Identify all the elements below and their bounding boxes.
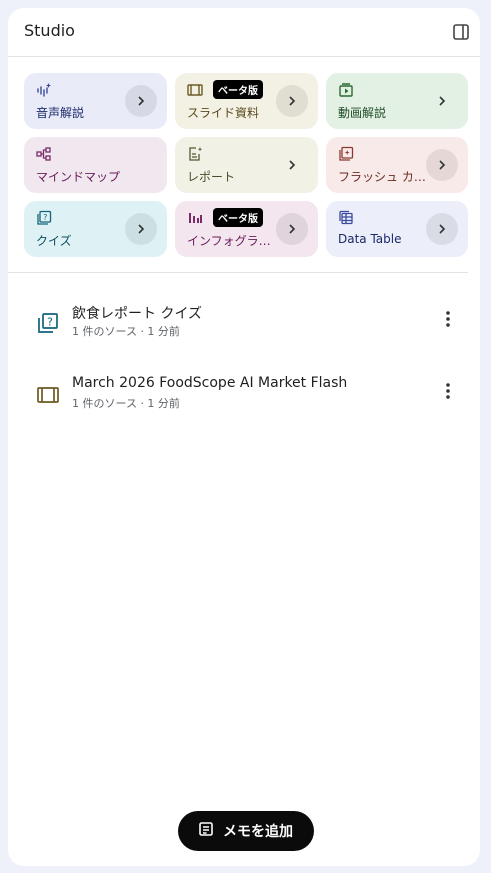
tool-audio-overview[interactable]: 音声解説 [24, 73, 167, 129]
chevron-right-icon[interactable] [276, 85, 308, 117]
tool-video-overview[interactable]: 動画解説 [326, 73, 468, 129]
chevron-right-icon[interactable] [125, 213, 157, 245]
mind-map-icon [36, 146, 52, 162]
add-note-label: メモを追加 [223, 824, 293, 840]
collapse-panel-icon[interactable] [451, 22, 471, 42]
slides-icon [187, 82, 203, 98]
beta-badge: ベータ版 [213, 80, 263, 99]
chevron-right-icon[interactable] [276, 149, 308, 181]
beta-badge: ベータ版 [213, 208, 263, 227]
tool-label: インフォグラ… [187, 234, 271, 248]
studio-panel: Studio 音声解説 ベータ版 スライド資料 動画解説 マインドマップ レポー… [8, 8, 480, 866]
svg-text:?: ? [47, 316, 53, 329]
note-title: March 2026 FoodScope AI Market Flash [72, 375, 348, 391]
svg-text:?: ? [43, 213, 47, 222]
quiz-icon: ? [36, 311, 60, 335]
tool-label: 動画解説 [338, 106, 387, 120]
chevron-right-icon[interactable] [426, 213, 458, 245]
tool-label: 音声解説 [36, 106, 85, 120]
note-icon [199, 822, 213, 840]
list-item[interactable]: ? 飲食レポート クイズ 1 件のソース · 1 分前 [8, 293, 480, 365]
tool-slides[interactable]: ベータ版 スライド資料 [175, 73, 318, 129]
note-title: 飲食レポート クイズ [72, 306, 203, 322]
report-icon [187, 146, 203, 162]
note-meta: 1 件のソース · 1 分前 [72, 325, 180, 338]
list-item[interactable]: March 2026 FoodScope AI Market Flash 1 件… [8, 365, 480, 437]
infographic-icon [187, 210, 203, 226]
video-icon [338, 82, 354, 98]
divider [8, 272, 468, 273]
tool-label: マインドマップ [36, 170, 121, 184]
tool-infographic[interactable]: ベータ版 インフォグラ… [175, 201, 318, 257]
chevron-right-icon[interactable] [426, 149, 458, 181]
flashcard-icon [338, 146, 354, 162]
quiz-icon: ? [36, 210, 52, 226]
note-meta: 1 件のソース · 1 分前 [72, 397, 180, 410]
studio-header: Studio [8, 8, 480, 57]
chevron-right-icon[interactable] [426, 85, 458, 117]
tool-label: Data Table [338, 232, 402, 246]
tool-flashcards[interactable]: フラッシュ カ… [326, 137, 468, 193]
tool-data-table[interactable]: Data Table [326, 201, 468, 257]
chevron-right-icon[interactable] [125, 85, 157, 117]
tool-label: フラッシュ カ… [338, 170, 426, 184]
chevron-right-icon[interactable] [276, 213, 308, 245]
tool-mind-map[interactable]: マインドマップ [24, 137, 167, 193]
studio-tools-grid: 音声解説 ベータ版 スライド資料 動画解説 マインドマップ レポート フラッシュ… [24, 73, 468, 257]
tool-label: スライド資料 [187, 106, 260, 120]
tool-report[interactable]: レポート [175, 137, 318, 193]
slides-icon [36, 383, 60, 407]
tool-label: クイズ [36, 234, 72, 248]
more-vert-icon[interactable] [436, 379, 460, 403]
page-title: Studio [24, 21, 75, 40]
add-note-button[interactable]: メモを追加 [178, 811, 314, 851]
data-table-icon [338, 210, 354, 226]
more-vert-icon[interactable] [436, 307, 460, 331]
notes-list: ? 飲食レポート クイズ 1 件のソース · 1 分前 March 2026 F… [8, 293, 480, 437]
tool-label: レポート [187, 170, 236, 184]
tool-quiz[interactable]: ? クイズ [24, 201, 167, 257]
audio-sparkle-icon [36, 82, 52, 98]
